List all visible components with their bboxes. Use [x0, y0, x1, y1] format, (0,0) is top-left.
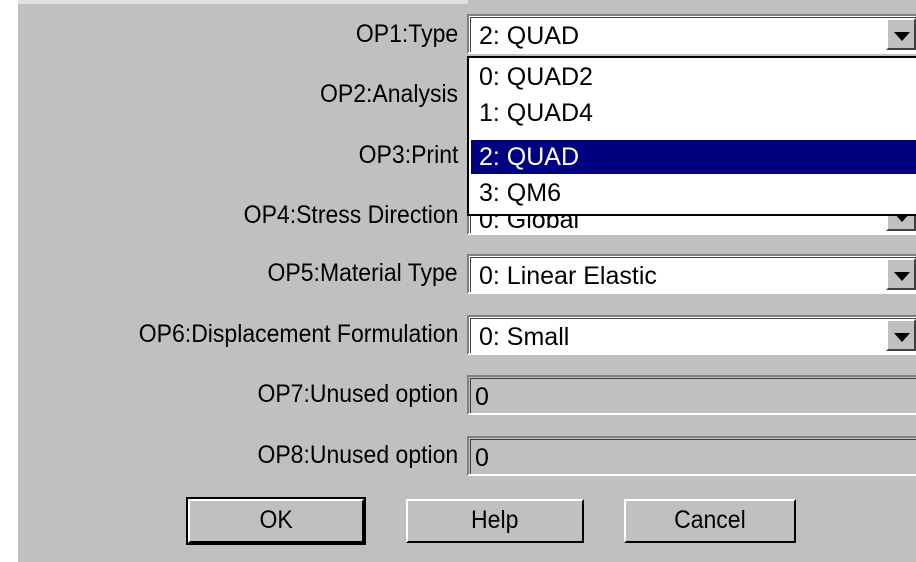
dropdown-option[interactable]: 1: QUAD4: [471, 96, 916, 130]
op5-material-type-select[interactable]: 0: Linear Elastic: [467, 254, 916, 294]
help-button-label: Help: [471, 506, 519, 534]
op1-dropdown-button[interactable]: [886, 18, 916, 50]
op5-value: 0: Linear Elastic: [479, 262, 657, 290]
cancel-button-label: Cancel: [674, 506, 746, 534]
options-dialog: OP1:Type OP2:Analysis OP3:Print OP4:Stre…: [18, 0, 916, 562]
op6-displacement-formulation-select[interactable]: 0: Small: [467, 315, 916, 355]
op7-label: OP7:Unused option: [257, 380, 458, 408]
op7-value: 0: [475, 383, 489, 411]
op7-unused-input[interactable]: 0: [467, 375, 916, 415]
op8-value: 0: [475, 444, 489, 472]
top-edge: [18, 0, 468, 4]
op6-dropdown-button[interactable]: [886, 319, 916, 351]
op1-type-select[interactable]: 2: QUAD: [467, 14, 916, 54]
cancel-button[interactable]: Cancel: [624, 499, 796, 543]
op1-type-value: 2: QUAD: [479, 22, 580, 50]
triangle-down-icon: [894, 272, 910, 281]
triangle-down-icon: [894, 32, 910, 41]
op5-label: OP5:Material Type: [267, 259, 458, 287]
op6-label: OP6:Displacement Formulation: [138, 320, 458, 348]
op8-unused-input[interactable]: 0: [467, 436, 916, 476]
op4-label: OP4:Stress Direction: [243, 201, 458, 229]
dropdown-option-selected[interactable]: 2: QUAD: [471, 140, 916, 174]
triangle-down-icon: [894, 333, 910, 342]
help-button[interactable]: Help: [406, 499, 584, 543]
op5-dropdown-button[interactable]: [886, 258, 916, 290]
op3-label: OP3:Print: [358, 141, 458, 169]
op2-label: OP2:Analysis: [319, 80, 458, 108]
op8-label: OP8:Unused option: [257, 441, 458, 469]
ok-button[interactable]: OK: [186, 497, 366, 545]
op1-dropdown-list[interactable]: 0: QUAD2 1: QUAD4 2: QUAD 3: QM6: [467, 56, 916, 216]
ok-button-label: OK: [259, 506, 293, 534]
dropdown-option[interactable]: 3: QM6: [471, 176, 916, 210]
dropdown-option[interactable]: 0: QUAD2: [471, 60, 916, 94]
op1-label: OP1:Type: [355, 20, 458, 48]
op6-value: 0: Small: [479, 323, 570, 351]
